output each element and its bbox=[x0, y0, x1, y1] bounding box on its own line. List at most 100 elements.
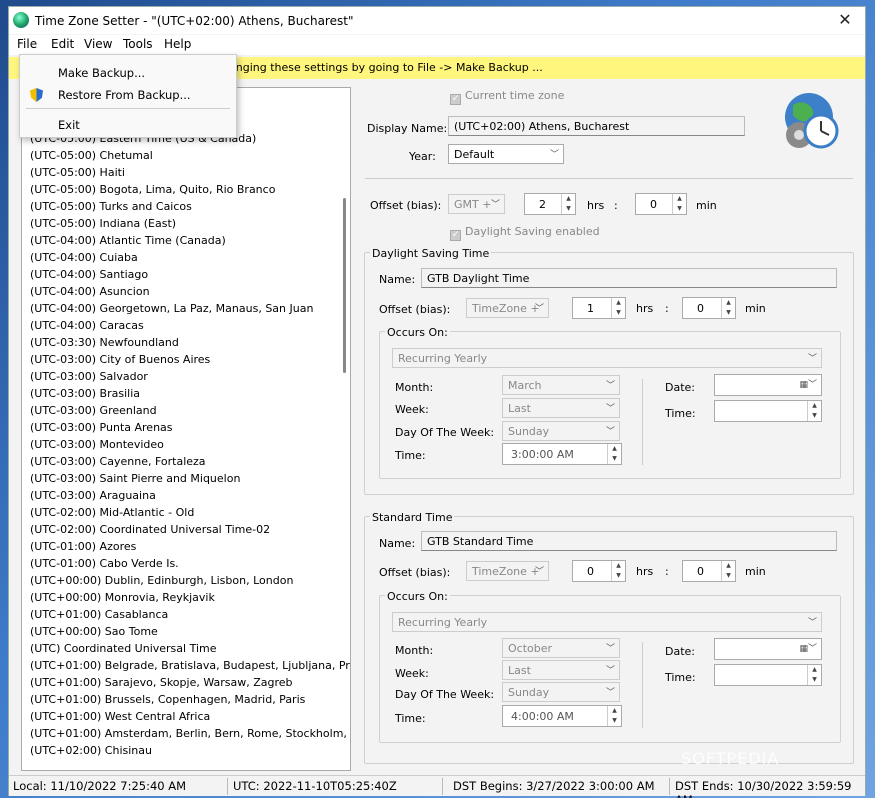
list-item[interactable]: (UTC-04:00) Cuiaba bbox=[22, 249, 350, 266]
menu-tools[interactable]: Tools bbox=[123, 37, 153, 51]
offset-hours-spinner[interactable]: 2 ▲ ▼ bbox=[524, 193, 576, 215]
std-week-select[interactable]: Last ﹀ bbox=[502, 660, 620, 680]
list-item[interactable]: (UTC-04:00) Georgetown, La Paz, Manaus, … bbox=[22, 300, 350, 317]
spinner-arrows-icon[interactable]: ▲ ▼ bbox=[807, 401, 821, 421]
list-item[interactable]: (UTC-03:00) Montevideo bbox=[22, 436, 350, 453]
list-item[interactable]: (UTC+01:00) West Central Africa bbox=[22, 708, 350, 725]
dst-enabled-checkbox[interactable]: ✓ Daylight Saving enabled bbox=[450, 225, 600, 241]
list-item[interactable]: (UTC-03:00) Saint Pierre and Miquelon bbox=[22, 470, 350, 487]
menu-bar: File Edit View Tools Help bbox=[9, 35, 865, 55]
list-item[interactable]: (UTC-05:00) Indiana (East) bbox=[22, 215, 350, 232]
menu-file[interactable]: File bbox=[17, 37, 37, 51]
dst-recurrence-select[interactable]: Recurring Yearly ﹀ bbox=[392, 348, 822, 368]
dst-time2-spinner[interactable]: ▲ ▼ bbox=[714, 400, 822, 422]
list-item[interactable]: (UTC-03:30) Newfoundland bbox=[22, 334, 350, 351]
spinner-arrows-icon[interactable]: ▲ ▼ bbox=[672, 194, 686, 214]
timezone-list[interactable]: (UTC-05:00) Eastern Time (US & Canada) (U… bbox=[21, 87, 351, 771]
calendar-icon[interactable]: ▦﹀ bbox=[799, 377, 817, 390]
dst-hours-spinner[interactable]: 1 ▲ ▼ bbox=[572, 297, 626, 319]
std-hrs-label: hrs bbox=[636, 565, 654, 578]
menu-help[interactable]: Help bbox=[164, 37, 191, 51]
list-item[interactable]: (UTC+01:00) Sarajevo, Skopje, Warsaw, Za… bbox=[22, 674, 350, 691]
spinner-arrows-icon[interactable]: ▲ ▼ bbox=[561, 194, 575, 214]
list-item[interactable]: (UTC-05:00) Turks and Caicos bbox=[22, 198, 350, 215]
softpedia-watermark: SOFTPEDIA bbox=[681, 749, 780, 768]
list-item[interactable]: (UTC-03:00) Brasilia bbox=[22, 385, 350, 402]
offset-base-select[interactable]: GMT + ﹀ bbox=[448, 194, 505, 214]
close-button[interactable]: ✕ bbox=[831, 9, 859, 31]
menu-edit[interactable]: Edit bbox=[51, 37, 74, 51]
list-item[interactable]: (UTC-02:00) Coordinated Universal Time-0… bbox=[22, 521, 350, 538]
spinner-arrows-icon[interactable]: ▲ ▼ bbox=[607, 706, 621, 726]
menu-exit[interactable]: Exit bbox=[58, 118, 80, 132]
list-item[interactable]: (UTC-05:00) Haiti bbox=[22, 164, 350, 181]
dst-date-label: Date: bbox=[665, 381, 695, 394]
spinner-arrows-icon[interactable]: ▲ ▼ bbox=[611, 298, 625, 318]
current-tz-checkbox[interactable]: ✓ Current time zone bbox=[450, 89, 564, 105]
std-time-spinner[interactable]: 4:00:00 AM ▲ ▼ bbox=[502, 705, 622, 727]
spinner-arrows-icon[interactable]: ▲ ▼ bbox=[721, 561, 735, 581]
list-item[interactable]: (UTC+01:00) Belgrade, Bratislava, Budape… bbox=[22, 657, 350, 674]
list-item[interactable]: (UTC-04:00) Asuncion bbox=[22, 283, 350, 300]
std-time-label: Time: bbox=[395, 712, 426, 725]
std-date-picker[interactable]: ▦﹀ bbox=[714, 638, 822, 660]
list-item[interactable]: (UTC-01:00) Cabo Verde Is. bbox=[22, 555, 350, 572]
spinner-arrows-icon[interactable]: ▲ ▼ bbox=[611, 561, 625, 581]
dst-time-label: Time: bbox=[395, 449, 426, 462]
dst-offset-base-select[interactable]: TimeZone + ﹀ bbox=[466, 298, 549, 318]
list-item[interactable]: (UTC-03:00) Punta Arenas bbox=[22, 419, 350, 436]
list-item[interactable]: (UTC+01:00) Amsterdam, Berlin, Bern, Rom… bbox=[22, 725, 350, 742]
std-name-field[interactable]: GTB Standard Time bbox=[421, 531, 837, 551]
std-time2-spinner[interactable]: ▲ ▼ bbox=[714, 664, 822, 686]
std-offset-base-select[interactable]: TimeZone + ﹀ bbox=[466, 561, 549, 581]
list-item[interactable]: (UTC+00:00) Sao Tome bbox=[22, 623, 350, 640]
list-item[interactable]: (UTC+00:00) Dublin, Edinburgh, Lisbon, L… bbox=[22, 572, 350, 589]
list-scrollbar[interactable] bbox=[343, 198, 346, 373]
std-dow-select[interactable]: Sunday ﹀ bbox=[502, 682, 620, 702]
std-minutes-spinner[interactable]: 0 ▲ ▼ bbox=[682, 560, 736, 582]
list-item[interactable]: (UTC-04:00) Atlantic Time (Canada) bbox=[22, 232, 350, 249]
divider bbox=[26, 108, 230, 109]
list-item[interactable]: (UTC-03:00) Greenland bbox=[22, 402, 350, 419]
list-item[interactable]: (UTC-03:00) Cayenne, Fortaleza bbox=[22, 453, 350, 470]
dst-time-spinner[interactable]: 3:00:00 AM ▲ ▼ bbox=[502, 443, 622, 465]
window-title: Time Zone Setter - "(UTC+02:00) Athens, … bbox=[35, 14, 354, 28]
list-item[interactable]: (UTC-03:00) Salvador bbox=[22, 368, 350, 385]
offset-minutes-spinner[interactable]: 0 ▲ ▼ bbox=[635, 193, 687, 215]
spinner-arrows-icon[interactable]: ▲ ▼ bbox=[721, 298, 735, 318]
list-item[interactable]: (UTC-05:00) Bogota, Lima, Quito, Rio Bra… bbox=[22, 181, 350, 198]
dst-minutes-spinner[interactable]: 0 ▲ ▼ bbox=[682, 297, 736, 319]
list-item[interactable]: (UTC-04:00) Caracas bbox=[22, 317, 350, 334]
dst-name-field[interactable]: GTB Daylight Time bbox=[421, 268, 837, 288]
list-item[interactable]: (UTC+01:00) Casablanca bbox=[22, 606, 350, 623]
std-hours-spinner[interactable]: 0 ▲ ▼ bbox=[572, 560, 626, 582]
list-item[interactable]: (UTC-03:00) Araguaina bbox=[22, 487, 350, 504]
menu-restore-backup[interactable]: Restore From Backup... bbox=[58, 88, 191, 102]
list-item[interactable]: (UTC+02:00) Chisinau bbox=[22, 742, 350, 759]
status-utc-time: UTC: 2022-11-10T05:25:40Z bbox=[233, 779, 397, 793]
menu-make-backup[interactable]: Make Backup... bbox=[58, 66, 145, 80]
dst-dow-select[interactable]: Sunday ﹀ bbox=[502, 421, 620, 441]
chevron-down-icon: ﹀ bbox=[605, 644, 615, 654]
dst-date-picker[interactable]: ▦﹀ bbox=[714, 374, 822, 396]
uac-shield-icon bbox=[30, 88, 43, 102]
year-select[interactable]: Default ﹀ bbox=[448, 144, 564, 164]
list-item[interactable]: (UTC) Coordinated Universal Time bbox=[22, 640, 350, 657]
menu-view[interactable]: View bbox=[84, 37, 112, 51]
spinner-arrows-icon[interactable]: ▲ ▼ bbox=[607, 444, 621, 464]
chevron-down-icon: ﹀ bbox=[605, 381, 615, 391]
calendar-icon[interactable]: ▦﹀ bbox=[799, 641, 817, 654]
list-item[interactable]: (UTC-03:00) City of Buenos Aires bbox=[22, 351, 350, 368]
spinner-arrows-icon[interactable]: ▲ ▼ bbox=[807, 665, 821, 685]
list-item[interactable]: (UTC-05:00) Chetumal bbox=[22, 147, 350, 164]
list-item[interactable]: (UTC-04:00) Santiago bbox=[22, 266, 350, 283]
dst-week-select[interactable]: Last ﹀ bbox=[502, 398, 620, 418]
dst-month-select[interactable]: March ﹀ bbox=[502, 375, 620, 395]
list-item[interactable]: (UTC-01:00) Azores bbox=[22, 538, 350, 555]
list-item[interactable]: (UTC-02:00) Mid-Atlantic - Old bbox=[22, 504, 350, 521]
list-item[interactable]: (UTC+01:00) Brussels, Copenhagen, Madrid… bbox=[22, 691, 350, 708]
std-month-select[interactable]: October ﹀ bbox=[502, 638, 620, 658]
display-name-field[interactable]: (UTC+02:00) Athens, Bucharest bbox=[448, 116, 745, 136]
std-recurrence-select[interactable]: Recurring Yearly ﹀ bbox=[392, 612, 822, 632]
list-item[interactable]: (UTC+00:00) Monrovia, Reykjavik bbox=[22, 589, 350, 606]
